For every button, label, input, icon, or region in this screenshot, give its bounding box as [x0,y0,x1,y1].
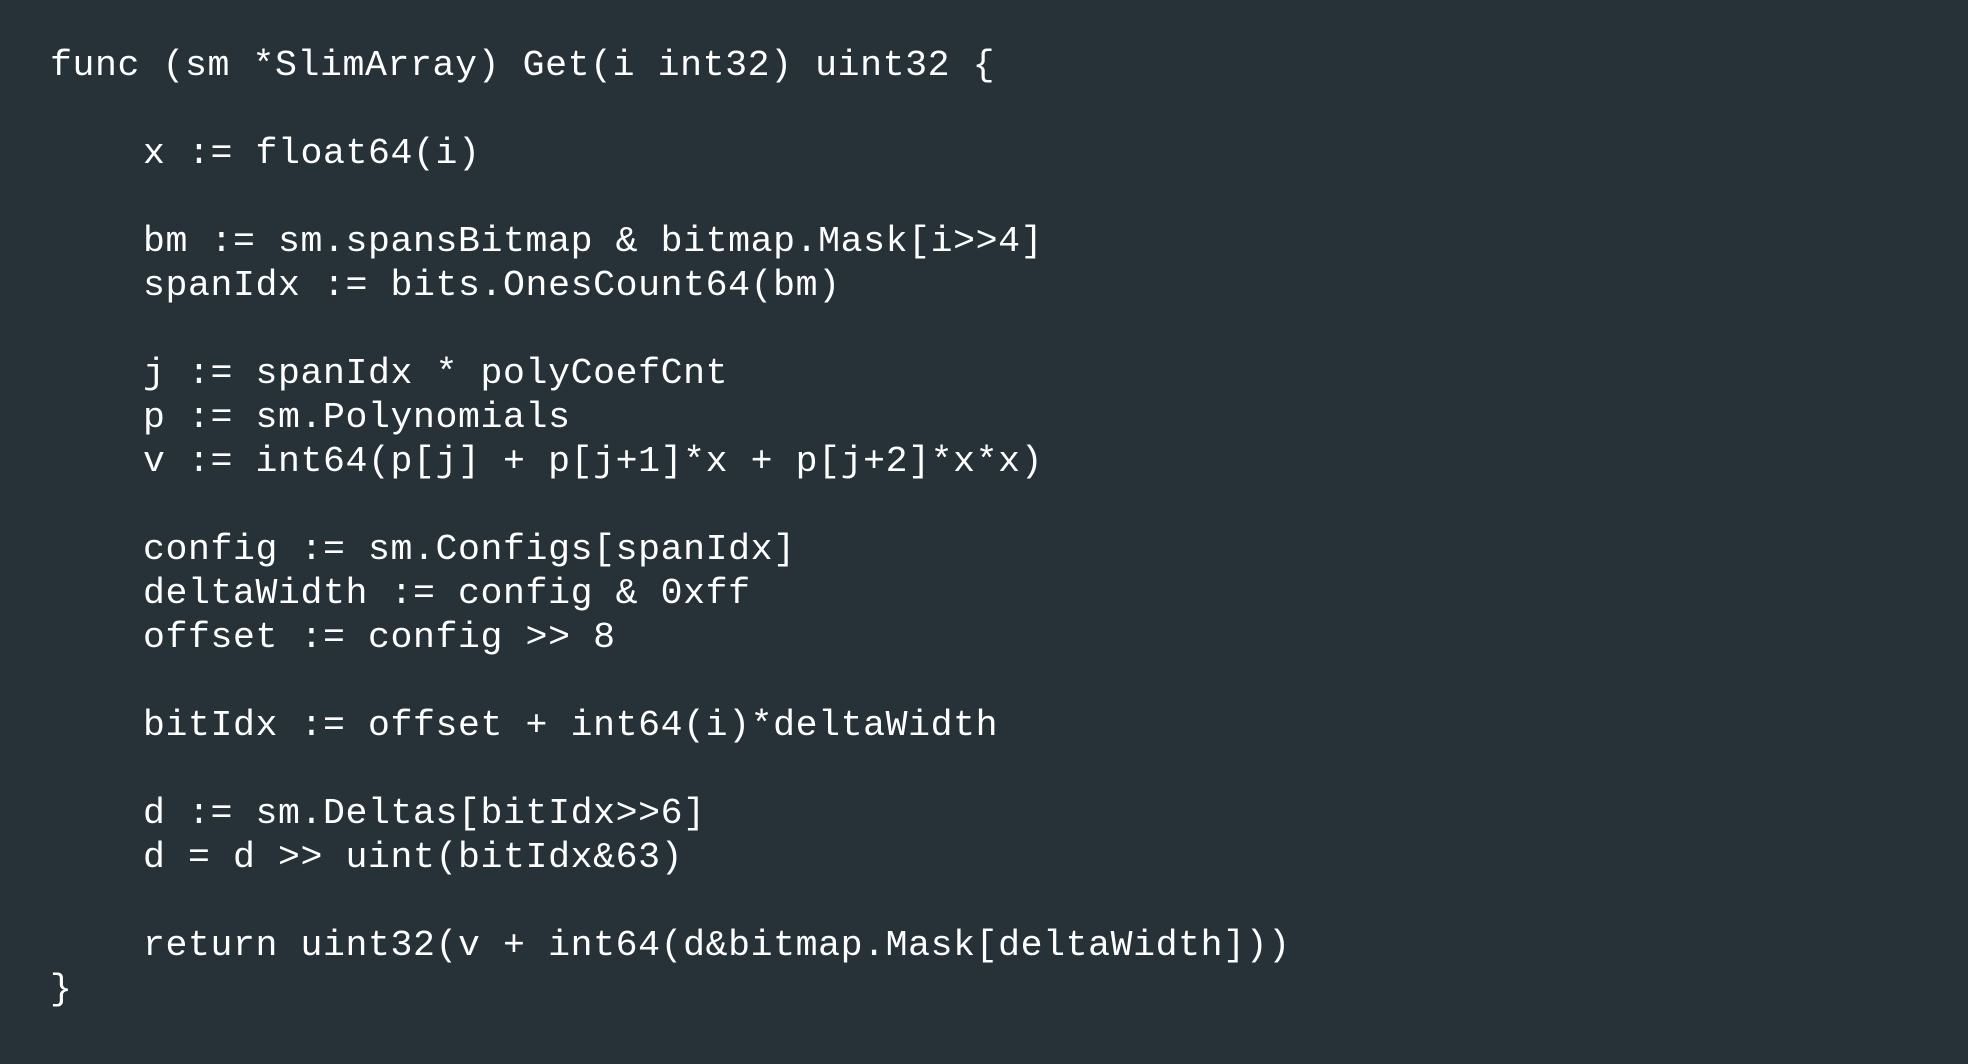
code-line-offset-assign: offset := config >> 8 [143,617,616,658]
code-line-func-signature: func (sm *SlimArray) Get(i int32) uint32… [50,45,996,86]
code-line-v-assign: v := int64(p[j] + p[j+1]*x + p[j+2]*x*x) [143,441,1044,482]
code-line-closing-brace: } [50,969,73,1010]
code-line-deltawidth-assign: deltaWidth := config & 0xff [143,573,751,614]
code-line-spanidx-assign: spanIdx := bits.OnesCount64(bm) [143,265,841,306]
code-line-p-assign: p := sm.Polynomials [143,397,571,438]
code-line-return: return uint32(v + int64(d&bitmap.Mask[de… [143,925,1291,966]
code-line-d-shift: d = d >> uint(bitIdx&63) [143,837,684,878]
code-panel: func (sm *SlimArray) Get(i int32) uint32… [0,0,1968,1064]
code-line-j-assign: j := spanIdx * polyCoefCnt [143,353,729,394]
code-line-d-assign: d := sm.Deltas[bitIdx>>6] [143,793,706,834]
code-line-bitidx-assign: bitIdx := offset + int64(i)*deltaWidth [143,705,999,746]
code-line-bm-assign: bm := sm.spansBitmap & bitmap.Mask[i>>4] [143,221,1044,262]
code-line-x-assign: x := float64(i) [143,133,481,174]
code-line-config-assign: config := sm.Configs[spanIdx] [143,529,796,570]
